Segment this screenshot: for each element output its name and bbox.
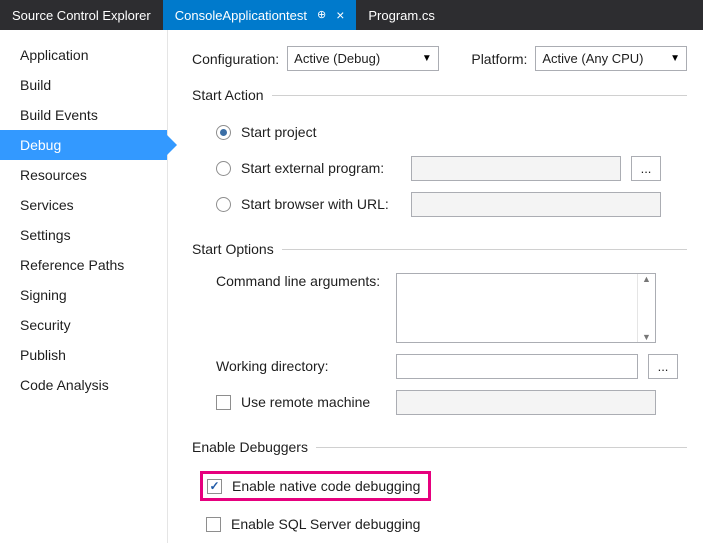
chevron-up-icon: ▲ [642,274,651,284]
close-icon[interactable]: × [336,8,344,22]
debug-page: Configuration: Active (Debug) ▼ Platform… [168,30,703,543]
chevron-down-icon: ▼ [422,53,432,64]
sidebar-item-debug[interactable]: Debug [0,130,167,160]
sidebar-item-label: Application [20,47,89,63]
checkbox-label: Enable native code debugging [232,478,420,494]
sidebar-item-settings[interactable]: Settings [0,220,167,250]
sidebar-item-signing[interactable]: Signing [0,280,167,310]
sidebar-item-label: Services [20,197,74,213]
sidebar-item-resources[interactable]: Resources [0,160,167,190]
config-platform-row: Configuration: Active (Debug) ▼ Platform… [192,46,687,71]
tab-project-properties[interactable]: ConsoleApplicationtest ⊕ × [163,0,357,30]
checkbox-label: Use remote machine [241,394,386,410]
sidebar-item-application[interactable]: Application [0,40,167,70]
sidebar-item-security[interactable]: Security [0,310,167,340]
group-legend: Start Options [192,241,282,257]
configuration-dropdown[interactable]: Active (Debug) ▼ [287,46,439,71]
workdir-label: Working directory: [216,358,386,374]
scrollbar[interactable]: ▲▼ [637,274,655,342]
sidebar-item-build-events[interactable]: Build Events [0,100,167,130]
sidebar-item-label: Publish [20,347,66,363]
radio-start-external[interactable] [216,161,231,176]
browser-url-input[interactable] [411,192,661,217]
sidebar-item-label: Code Analysis [20,377,109,393]
radio-label: Start external program: [241,160,401,176]
platform-label: Platform: [471,51,527,67]
sidebar-item-reference-paths[interactable]: Reference Paths [0,250,167,280]
ellipsis-icon: ... [641,161,652,176]
group-legend: Start Action [192,87,272,103]
browse-external-button[interactable]: ... [631,156,661,181]
tab-source-control[interactable]: Source Control Explorer [0,0,163,30]
dropdown-value: Active (Any CPU) [542,51,643,66]
platform-dropdown[interactable]: Active (Any CPU) ▼ [535,46,687,71]
properties-sidebar: Application Build Build Events Debug Res… [0,30,168,543]
remote-machine-input[interactable] [396,390,656,415]
chevron-down-icon: ▼ [670,53,680,64]
sidebar-item-publish[interactable]: Publish [0,340,167,370]
tab-label: ConsoleApplicationtest [175,8,307,23]
sidebar-item-label: Signing [20,287,67,303]
tab-bar: Source Control Explorer ConsoleApplicati… [0,0,703,30]
sidebar-item-label: Build Events [20,107,98,123]
sidebar-item-services[interactable]: Services [0,190,167,220]
group-legend: Enable Debuggers [192,439,316,455]
cmd-args-label: Command line arguments: [216,273,386,289]
radio-start-browser[interactable] [216,197,231,212]
radio-start-project[interactable] [216,125,231,140]
checkbox-remote-machine[interactable] [216,395,231,410]
dropdown-value: Active (Debug) [294,51,380,66]
tab-label: Source Control Explorer [12,8,151,23]
sidebar-item-label: Resources [20,167,87,183]
enable-debuggers-group: Enable Debuggers Enable native code debu… [192,439,687,543]
chevron-down-icon: ▼ [642,332,651,342]
sidebar-item-label: Debug [20,137,61,153]
sidebar-item-label: Reference Paths [20,257,124,273]
workdir-input[interactable] [396,354,638,379]
external-program-input[interactable] [411,156,621,181]
sidebar-item-code-analysis[interactable]: Code Analysis [0,370,167,400]
sidebar-item-label: Build [20,77,51,93]
checkbox-sql-debug[interactable] [206,517,221,532]
pin-icon[interactable]: ⊕ [317,10,326,21]
start-options-group: Start Options Command line arguments: ▲▼… [192,241,687,425]
configuration-label: Configuration: [192,51,279,67]
highlight-annotation: Enable native code debugging [200,471,431,501]
cmd-args-input[interactable]: ▲▼ [396,273,656,343]
sidebar-item-build[interactable]: Build [0,70,167,100]
start-action-group: Start Action Start project Start externa… [192,87,687,227]
tab-file[interactable]: Program.cs [356,0,446,30]
sidebar-item-label: Settings [20,227,71,243]
sidebar-item-label: Security [20,317,71,333]
checkbox-label: Enable SQL Server debugging [231,516,420,532]
radio-label: Start browser with URL: [241,196,401,212]
tab-label: Program.cs [368,8,434,23]
browse-workdir-button[interactable]: ... [648,354,678,379]
content: Application Build Build Events Debug Res… [0,30,703,543]
checkbox-native-debug[interactable] [207,479,222,494]
radio-label: Start project [241,124,316,140]
ellipsis-icon: ... [658,359,669,374]
